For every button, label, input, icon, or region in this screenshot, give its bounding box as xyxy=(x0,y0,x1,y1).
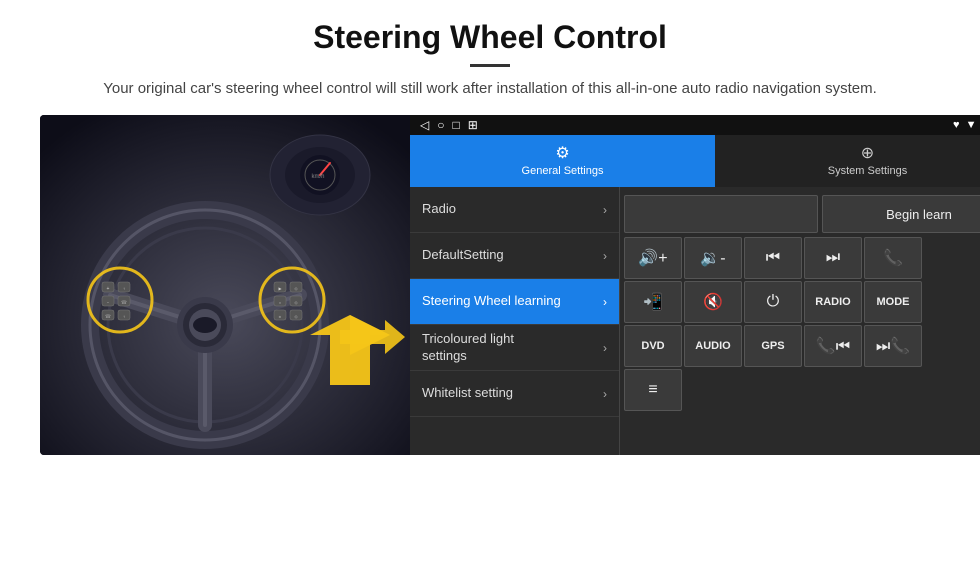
menu-item-tricoloured[interactable]: Tricoloured lightsettings › xyxy=(410,325,619,371)
status-bar-right: ♥ ▼ 13:13 xyxy=(953,119,980,131)
status-bar: ◁ ○ □ ⊞ ♥ ▼ 13:13 xyxy=(410,115,980,135)
right-control-panel: Begin learn 🔊+ 🔉- ⏮ xyxy=(620,187,980,455)
vol-down-button[interactable]: 🔉- xyxy=(684,237,742,279)
chevron-icon: › xyxy=(603,341,607,355)
control-row-3: DVD AUDIO GPS 📞⏮ ⏭📞 xyxy=(624,325,980,367)
phone-icon: 📞 xyxy=(883,248,903,268)
tab-general-settings[interactable]: ⚙ General Settings xyxy=(410,135,715,187)
mute-button[interactable]: 🔇 xyxy=(684,281,742,323)
phone-prev-button[interactable]: 📞⏮ xyxy=(804,325,862,367)
phone-prev-icon: 📞⏮ xyxy=(816,336,850,356)
recents-icon[interactable]: □ xyxy=(452,118,459,132)
svg-text:☎: ☎ xyxy=(121,300,127,306)
svg-text:↑: ↑ xyxy=(123,314,125,319)
radio-label: RADIO xyxy=(815,296,850,308)
mute-icon: 🔇 xyxy=(703,292,723,312)
menu-item-steering-wheel[interactable]: Steering Wheel learning › xyxy=(410,279,619,325)
dvd-label: DVD xyxy=(641,340,664,352)
audio-button[interactable]: AUDIO xyxy=(684,325,742,367)
menu-item-steering-label: Steering Wheel learning xyxy=(422,293,561,310)
android-panel: ◁ ○ □ ⊞ ♥ ▼ 13:13 ⚙ General Settings xyxy=(410,115,980,455)
chevron-icon: › xyxy=(603,249,607,263)
svg-text:+: + xyxy=(107,286,110,292)
answer-call-icon: 📲 xyxy=(643,292,663,312)
chevron-icon-active: › xyxy=(603,295,607,309)
nav-bar: ◁ ○ □ ⊞ xyxy=(420,118,478,132)
dvd-button[interactable]: DVD xyxy=(624,325,682,367)
mode-button[interactable]: MODE xyxy=(864,281,922,323)
menu-item-whitelist-label: Whitelist setting xyxy=(422,385,513,402)
gps-label: GPS xyxy=(761,340,784,352)
power-icon: ⏻ xyxy=(767,293,780,311)
left-menu: Radio › DefaultSetting › Steering Wheel … xyxy=(410,187,620,455)
vol-down-icon: 🔉- xyxy=(700,248,725,268)
phone-next-button[interactable]: ⏭📞 xyxy=(864,325,922,367)
steering-bg: km/h xyxy=(40,115,410,455)
radio-button[interactable]: RADIO xyxy=(804,281,862,323)
location-icon: ♥ xyxy=(953,119,960,131)
gps-button[interactable]: GPS xyxy=(744,325,802,367)
menu-item-default-label: DefaultSetting xyxy=(422,247,504,264)
menu-item-tricoloured-label: Tricoloured lightsettings xyxy=(422,331,514,365)
steering-wheel-svg: km/h xyxy=(40,115,410,455)
back-icon[interactable]: ◁ xyxy=(420,118,429,132)
answer-call-button[interactable]: 📲 xyxy=(624,281,682,323)
next-track-icon: ⏭ xyxy=(826,249,840,267)
control-row-4: ≡ xyxy=(624,369,980,411)
menu-item-default-setting[interactable]: DefaultSetting › xyxy=(410,233,619,279)
power-button[interactable]: ⏻ xyxy=(744,281,802,323)
control-row-1: 🔊+ 🔉- ⏮ ⏭ 📞 xyxy=(624,237,980,279)
main-content: Radio › DefaultSetting › Steering Wheel … xyxy=(410,187,980,455)
content-area: km/h xyxy=(40,115,940,455)
prev-track-button[interactable]: ⏮ xyxy=(744,237,802,279)
audio-label: AUDIO xyxy=(695,340,730,352)
svg-text:☎: ☎ xyxy=(105,314,111,320)
empty-input-box xyxy=(624,195,818,233)
general-settings-icon: ⚙ xyxy=(555,143,569,163)
title-divider xyxy=(470,64,510,67)
begin-learn-button[interactable]: Begin learn xyxy=(822,195,980,233)
steering-wheel-image: km/h xyxy=(40,115,410,455)
home-icon[interactable]: ○ xyxy=(437,118,444,132)
tab-bar: ⚙ General Settings ⊕ System Settings xyxy=(410,135,980,187)
control-row-2: 📲 🔇 ⏻ RADIO MODE xyxy=(624,281,980,323)
menu-list-button[interactable]: ≡ xyxy=(624,369,682,411)
page-wrapper: Steering Wheel Control Your original car… xyxy=(0,0,980,465)
tab-system-label: System Settings xyxy=(828,165,907,177)
menu-item-radio[interactable]: Radio › xyxy=(410,187,619,233)
svg-text:↑: ↑ xyxy=(123,286,125,291)
menu-icon[interactable]: ⊞ xyxy=(468,118,478,132)
radio-row: Begin learn xyxy=(624,191,980,237)
chevron-icon: › xyxy=(603,203,607,217)
prev-track-icon: ⏮ xyxy=(766,249,780,267)
phone-button[interactable]: 📞 xyxy=(864,237,922,279)
menu-list-icon: ≡ xyxy=(648,381,657,399)
vol-up-button[interactable]: 🔊+ xyxy=(624,237,682,279)
tab-general-label: General Settings xyxy=(522,165,604,177)
page-title: Steering Wheel Control xyxy=(40,18,940,56)
subtitle: Your original car's steering wheel contr… xyxy=(90,77,890,101)
title-section: Steering Wheel Control Your original car… xyxy=(40,18,940,101)
chevron-icon: › xyxy=(603,387,607,401)
wifi-icon: ▼ xyxy=(966,119,977,131)
vol-up-icon: 🔊+ xyxy=(638,248,667,268)
system-settings-icon: ⊕ xyxy=(861,143,874,163)
tab-system-settings[interactable]: ⊕ System Settings xyxy=(715,135,980,187)
next-track-button[interactable]: ⏭ xyxy=(804,237,862,279)
mode-label: MODE xyxy=(877,296,910,308)
menu-item-whitelist[interactable]: Whitelist setting › xyxy=(410,371,619,417)
menu-item-radio-label: Radio xyxy=(422,201,456,218)
phone-next-icon: ⏭📞 xyxy=(876,336,910,356)
svg-text:km/h: km/h xyxy=(311,174,324,180)
